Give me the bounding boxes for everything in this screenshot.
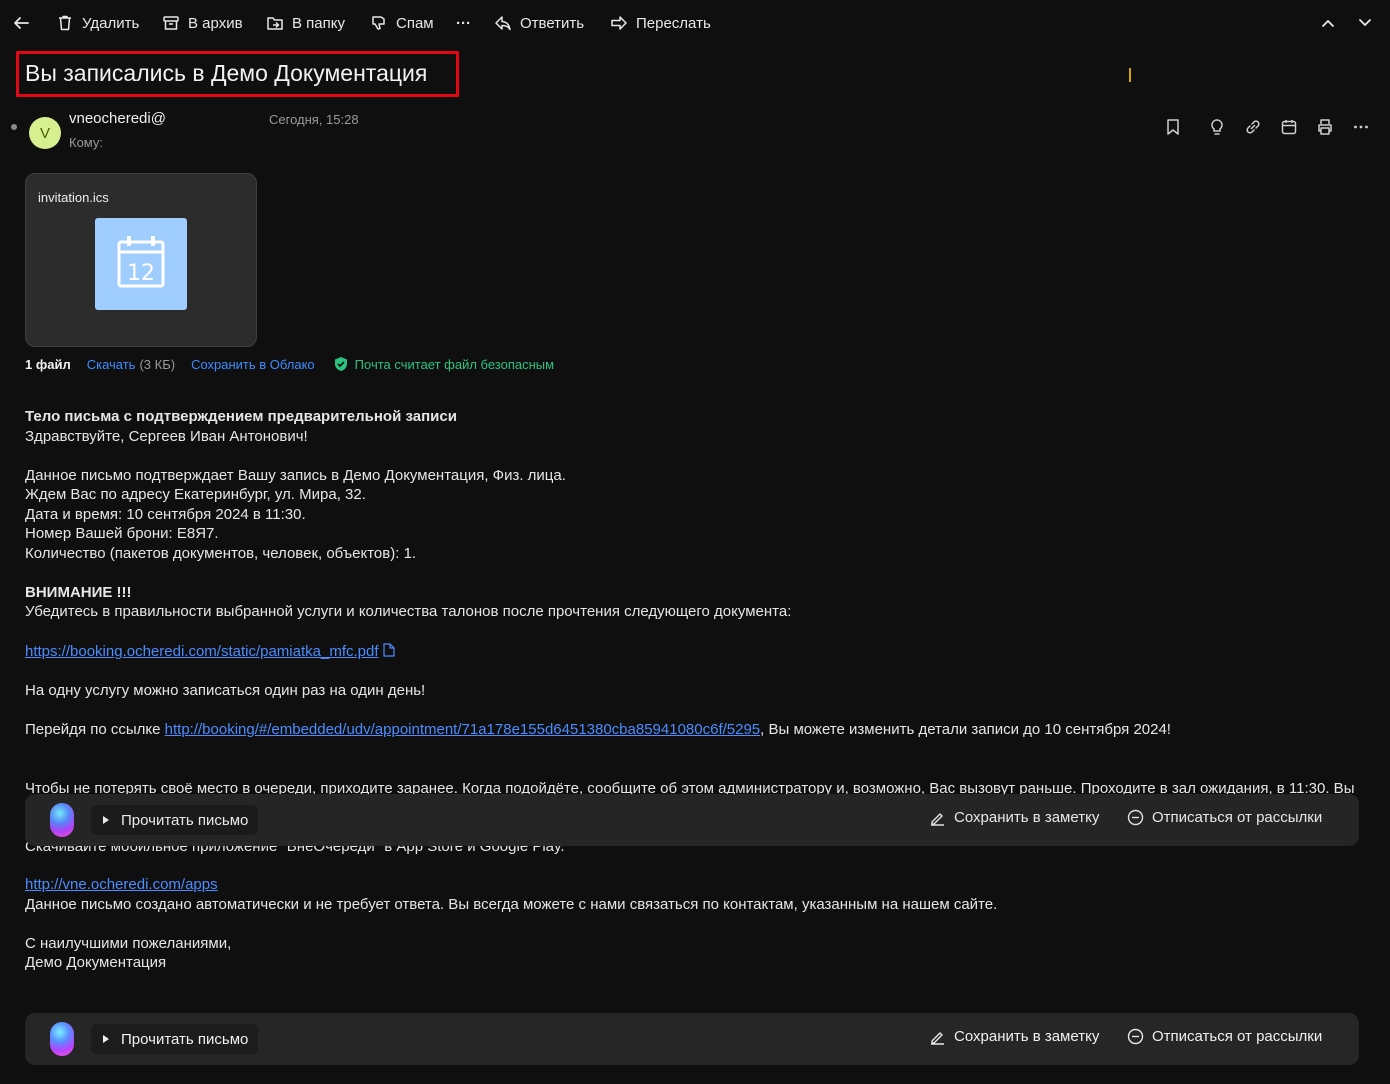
reply-button[interactable]: Ответить — [494, 12, 584, 34]
chevron-up-icon — [1322, 19, 1334, 27]
read-letter-button[interactable]: Прочитать письмо — [91, 1024, 259, 1054]
spam-label: Спам — [396, 14, 434, 32]
body-attention-heading: ВНИМАНИЕ !!! — [25, 584, 132, 601]
download-link[interactable]: Скачать — [87, 357, 136, 372]
change-prefix: Перейдя по ссылке — [25, 721, 165, 738]
body-line-confirmation: Данное письмо подтверждает Вашу запись в… — [25, 467, 566, 484]
file-size: (3 КБ) — [139, 356, 176, 372]
delete-label: Удалить — [82, 14, 140, 32]
toolbar: Удалить В архив В папку Спам ··· Ответит… — [0, 0, 1390, 46]
assistant-orb-icon[interactable] — [50, 803, 74, 837]
print-icon[interactable] — [1316, 118, 1334, 136]
recipients-label[interactable]: Кому: — [69, 135, 103, 150]
save-to-note-button[interactable]: Сохранить в заметку — [929, 809, 1099, 826]
play-icon — [103, 816, 109, 824]
save-to-note-label: Сохранить в заметку — [954, 1028, 1100, 1045]
unsubscribe-label: Отписаться от рассылки — [1152, 809, 1323, 826]
message-subject: Вы записались в Демо Документация — [25, 60, 428, 86]
more-button[interactable]: ··· — [456, 12, 471, 34]
lightbulb-icon[interactable] — [1208, 118, 1226, 136]
delete-button[interactable]: Удалить — [56, 12, 139, 34]
calendar-day-number: 12 — [127, 261, 155, 286]
unsubscribe-button[interactable]: Отписаться от рассылки — [1127, 1028, 1322, 1045]
pen-signature-icon — [931, 813, 944, 826]
move-to-folder-button[interactable]: В папку — [266, 12, 345, 34]
body-apps-line: http://vne.ocheredi.com/apps — [25, 876, 1365, 893]
reply-icon — [495, 16, 511, 31]
safe-file-notice: Почта считает файл безопасным — [354, 356, 555, 372]
previous-message-button[interactable] — [1319, 12, 1337, 34]
memo-pdf-link[interactable]: https://booking.ocheredi.com/static/pami… — [25, 643, 379, 660]
unsubscribe-label: Отписаться от рассылки — [1152, 1028, 1323, 1045]
forward-button[interactable]: Переслать — [610, 12, 711, 34]
back-button[interactable] — [12, 12, 30, 34]
archive-icon — [163, 16, 179, 30]
link-icon[interactable] — [1244, 118, 1262, 136]
body-line-booking-number: Номер Вашей брони: Е8Я7. — [25, 525, 219, 542]
archive-label: В архив — [188, 14, 243, 32]
minus-circle-icon — [1127, 1028, 1144, 1045]
thumb-down-icon — [372, 16, 385, 30]
assistant-orb-icon[interactable] — [50, 1022, 74, 1056]
body-line-quantity: Количество (пакетов документов, человек,… — [25, 545, 417, 562]
calendar-icon[interactable] — [1280, 118, 1298, 136]
avatar-initial: V — [39, 124, 50, 142]
sender-avatar[interactable]: V — [29, 117, 61, 149]
change-appointment-link[interactable]: http://booking/#/embedded/udv/appointmen… — [165, 721, 761, 738]
body-signature: Демо Документация — [25, 954, 167, 971]
apps-link[interactable]: http://vne.ocheredi.com/apps — [25, 876, 218, 893]
attachment-file-name: invitation.ics — [38, 190, 109, 205]
body-pdf-line: https://booking.ocheredi.com/static/pami… — [25, 643, 1365, 660]
folder-move-icon — [267, 17, 283, 30]
body-greeting: Здравствуйте, Сергеев Иван Антонович! — [25, 428, 308, 445]
body-line-address: Ждем Вас по адресу Екатеринбург, ул. Мир… — [25, 486, 366, 503]
bookmark-icon[interactable] — [1164, 118, 1182, 136]
sender-name[interactable]: vneocheredi@ — [69, 110, 166, 127]
unread-dot[interactable] — [11, 124, 17, 130]
more-dots-icon: ··· — [456, 14, 471, 32]
read-letter-label: Прочитать письмо — [121, 1030, 249, 1048]
file-count: 1 файл — [25, 356, 71, 372]
spam-button[interactable]: Спам — [370, 12, 434, 34]
trash-icon — [59, 15, 71, 31]
chevron-down-icon — [1359, 19, 1371, 27]
ai-action-bar-floating: Прочитать письмо Сохранить в заметку Отп… — [25, 794, 1359, 846]
external-document-icon[interactable] — [382, 643, 395, 657]
forward-icon — [611, 16, 627, 30]
read-letter-label: Прочитать письмо — [121, 811, 249, 829]
minus-circle-icon — [1127, 809, 1144, 826]
move-label: В папку — [292, 14, 345, 32]
text-cursor — [1129, 68, 1131, 82]
forward-label: Переслать — [636, 14, 711, 32]
attachment-info-row: 1 файл Скачать (3 КБ) Сохранить в Облако… — [25, 356, 554, 372]
body-heading: Тело письма с подтверждением предварител… — [25, 408, 457, 425]
save-to-note-button[interactable]: Сохранить в заметку — [929, 1028, 1099, 1045]
arrow-left-icon — [14, 17, 29, 29]
body-auto-text: Данное письмо создано автоматически и не… — [25, 896, 998, 913]
archive-button[interactable]: В архив — [162, 12, 243, 34]
next-message-button[interactable] — [1356, 12, 1374, 34]
body-once-per-day: На одну услугу можно записаться один раз… — [25, 682, 426, 699]
shield-check-icon — [334, 357, 347, 371]
body-line-datetime: Дата и время: 10 сентября 2024 в 11:30. — [25, 506, 306, 523]
change-suffix: , Вы можете изменить детали записи до 10… — [760, 721, 1171, 738]
unsubscribe-button[interactable]: Отписаться от рассылки — [1127, 809, 1322, 826]
calendar-glyph-icon: 12 — [117, 236, 165, 288]
more-icon[interactable] — [1352, 118, 1370, 136]
attachment-card[interactable]: invitation.ics 12 — [25, 173, 257, 347]
ai-action-bar-bottom: Прочитать письмо Сохранить в заметку Отп… — [25, 1013, 1359, 1065]
read-letter-button[interactable]: Прочитать письмо — [91, 805, 259, 835]
body-regards: С наилучшими пожеланиями, — [25, 935, 232, 952]
save-to-cloud-link[interactable]: Сохранить в Облако — [191, 357, 315, 372]
calendar-file-icon: 12 — [95, 218, 187, 310]
play-icon — [103, 1035, 109, 1043]
save-to-note-label: Сохранить в заметку — [954, 809, 1100, 826]
reply-label: Ответить — [520, 14, 585, 32]
body-change-line: Перейдя по ссылке http://booking/#/embed… — [25, 721, 1365, 738]
message-date: Сегодня, 15:28 — [269, 112, 359, 127]
body-attention-text: Убедитесь в правильности выбранной услуг… — [25, 603, 792, 620]
pen-signature-icon — [931, 1032, 944, 1045]
